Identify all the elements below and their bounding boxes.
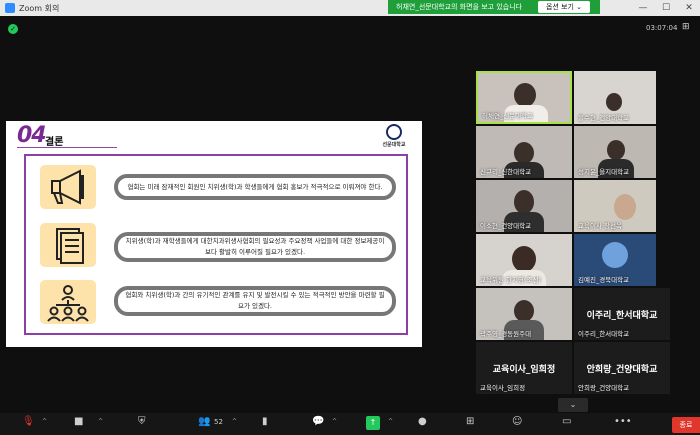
- participant-name: 교육이사_임희정: [480, 384, 526, 392]
- participant-video: [514, 83, 536, 107]
- share-screen-icon[interactable]: ↑: [366, 416, 380, 430]
- participant-tile[interactable]: 곽주영_경동원주대: [476, 288, 572, 340]
- logo-text: 선문대학교: [382, 142, 406, 148]
- participant-tile[interactable]: 홍수현_건양대학교: [574, 71, 656, 124]
- participant-tile[interactable]: 성지윤_을지대학교: [574, 126, 656, 178]
- participant-tile[interactable]: 안희랑_건양대학교 안희랑_건양대학교: [574, 342, 670, 394]
- participant-tile[interactable]: 교육이사 장선옥: [574, 180, 656, 232]
- encryption-shield-icon[interactable]: ✓: [8, 24, 18, 34]
- zoom-app-icon: [5, 3, 15, 13]
- polls-icon[interactable]: ▮: [262, 416, 268, 427]
- participant-name: 안희랑_건양대학교: [578, 384, 630, 392]
- university-emblem-icon: [386, 124, 402, 140]
- collapse-gallery-button[interactable]: ⌄: [558, 398, 588, 412]
- participants-count: 52: [214, 418, 223, 426]
- conclusion-text-2: 치위생(학)과 재학생들에게 대한치과위생사협회의 필요성과 주요정책 사업들에…: [114, 232, 396, 262]
- captions-icon[interactable]: ▭: [562, 416, 571, 427]
- participant-name: 교육위원 한지영(조선): [480, 276, 541, 284]
- conclusion-text-3: 협회와 치위생(학)과 간의 유기적인 관계를 유지 및 발전시킬 수 있는 적…: [114, 286, 396, 316]
- participant-video: [514, 300, 534, 322]
- participant-name: 신규리_신한대학교: [480, 168, 532, 176]
- document-icon: [40, 223, 96, 267]
- participant-name: 곽주영_경동원주대: [480, 330, 532, 338]
- share-banner-text: 허채연_선문대학교의 화면을 보고 있습니다: [396, 3, 523, 11]
- mute-mic-icon[interactable]: 🎙: [22, 416, 35, 427]
- network-icon: [40, 280, 96, 324]
- participant-display-name: 이주리_한서대학교: [586, 311, 658, 321]
- participant-tile[interactable]: 김예진_경북대학교: [574, 234, 656, 286]
- slide-number: 04: [17, 123, 47, 148]
- share-options-chevron-icon[interactable]: ^: [388, 418, 393, 425]
- slide-title-underline: [17, 147, 117, 148]
- chat-options-chevron-icon[interactable]: ^: [332, 418, 337, 425]
- participant-tile[interactable]: 교육이사_임희정 교육이사_임희정: [476, 342, 572, 394]
- window-title: Zoom 회의: [19, 3, 60, 13]
- participant-tile[interactable]: 이주리_한서대학교 이주리_한서대학교: [574, 288, 670, 340]
- participant-video: [606, 93, 622, 111]
- reactions-icon[interactable]: ☺: [512, 416, 522, 427]
- participant-tile[interactable]: 신규리_신한대학교: [476, 126, 572, 178]
- university-logo: 선문대학교: [376, 124, 412, 148]
- participant-video: [602, 242, 628, 268]
- participant-video: [514, 142, 534, 164]
- participant-display-name: 안희랑_건양대학교: [586, 365, 658, 375]
- participant-name: 성지윤_을지대학교: [578, 168, 630, 176]
- minimize-button[interactable]: —: [632, 0, 654, 16]
- audio-options-chevron-icon[interactable]: ^: [42, 418, 47, 425]
- shared-slide: 04 결론 선문대학교 협회는 미래 잠재적인 회원인 치위생(학)과 학생들에…: [6, 121, 422, 347]
- breakout-rooms-icon[interactable]: ⊞: [466, 416, 474, 427]
- participant-name: 허채연_선문대학교: [482, 112, 534, 120]
- gallery-view-icon[interactable]: ⊞: [682, 22, 690, 32]
- participant-name: 교육이사 장선옥: [578, 222, 622, 230]
- meeting-toolbar: 🎙 ^ ■ ^ ⛨ 👥 52 ^ ▮ 💬 ^ ↑ ^ ● ⊞ ☺ ▭ ••• 종…: [0, 413, 700, 435]
- participant-name: 이소현_건양대학교: [480, 222, 532, 230]
- participant-name: 김예진_경북대학교: [578, 276, 630, 284]
- participant-name: 홍수현_건양대학교: [578, 114, 630, 122]
- maximize-button[interactable]: ☐: [655, 0, 677, 16]
- participant-tile[interactable]: 교육위원 한지영(조선): [476, 234, 572, 286]
- meeting-timer: 03:07:04: [646, 24, 678, 32]
- participant-name: 이주리_한서대학교: [578, 330, 630, 338]
- slide-title: 결론: [45, 137, 64, 148]
- participant-video: [614, 194, 636, 220]
- end-meeting-button[interactable]: 종료: [672, 417, 700, 433]
- megaphone-icon: [40, 165, 96, 209]
- participant-tile[interactable]: 이소현_건양대학교: [476, 180, 572, 232]
- view-options-button[interactable]: 옵션 보기 ⌄: [538, 1, 590, 13]
- more-icon[interactable]: •••: [614, 416, 632, 427]
- participants-icon[interactable]: 👥: [198, 416, 210, 427]
- participant-video: [514, 190, 534, 214]
- video-camera-icon[interactable]: ■: [74, 416, 83, 427]
- participant-video: [607, 140, 625, 160]
- conclusion-box: 협회는 미래 잠재적인 회원인 치위생(학)과 학생들에게 협회 홍보가 적극적…: [24, 154, 408, 335]
- video-options-chevron-icon[interactable]: ^: [98, 418, 103, 425]
- participant-video: [512, 246, 536, 272]
- security-icon[interactable]: ⛨: [138, 416, 146, 427]
- participant-tile[interactable]: 허채연_선문대학교: [476, 71, 572, 124]
- chat-icon[interactable]: 💬: [312, 416, 324, 427]
- close-button[interactable]: ✕: [678, 0, 700, 16]
- record-icon[interactable]: ●: [418, 416, 427, 427]
- participants-options-chevron-icon[interactable]: ^: [232, 418, 237, 425]
- conclusion-text-1: 협회는 미래 잠재적인 회원인 치위생(학)과 학생들에게 협회 홍보가 적극적…: [114, 174, 396, 200]
- screen-share-banner: 허채연_선문대학교의 화면을 보고 있습니다 옵션 보기 ⌄: [388, 0, 600, 14]
- participant-display-name: 교육이사_임희정: [492, 365, 556, 375]
